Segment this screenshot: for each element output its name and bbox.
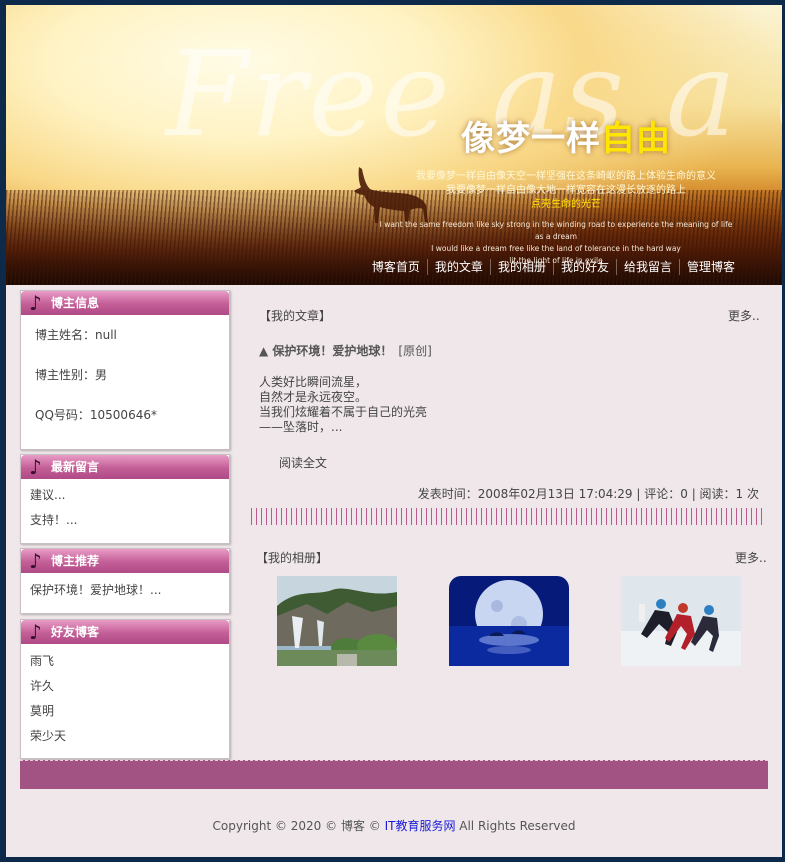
nav-friends[interactable]: 我的好友 [552, 259, 616, 275]
recommend-panel: ♪ 博主推荐 保护环境！爱护地球！... [20, 548, 230, 614]
friend-link[interactable]: 莫明 [21, 699, 229, 724]
banner-cn-lines: 我要像梦一样自由像天空一样坚强在这条崎岖的路上体验生命的意义 我要像梦一样自由像… [416, 170, 716, 212]
panel-header: ♪ 好友博客 [21, 620, 229, 644]
copyright-prefix: Copyright © 2020 © 博客 © [212, 819, 385, 833]
blogger-gender: 博主性别：男 [35, 368, 108, 382]
article-title[interactable]: ▲ 保护环境！爱护地球！ [原创] [259, 342, 432, 359]
articles-heading: 【我的文章】 [259, 309, 332, 323]
main-nav: 博客首页 我的文章 我的相册 我的好友 给我留言 管理博客 [365, 259, 742, 275]
read-all-link[interactable]: 阅读全文 [279, 454, 327, 471]
banner-en-line: I would like a dream free like the land … [431, 244, 681, 253]
nav-home[interactable]: 博客首页 [365, 259, 427, 275]
article-meta: 发表时间：2008年02月13日 17:04:29 | 评论：0 | 阅读：1 … [417, 487, 759, 501]
banner-headline: 像梦一样自由 [461, 111, 671, 160]
nav-articles[interactable]: 我的文章 [426, 259, 490, 275]
music-note-icon: ♪ [29, 620, 42, 644]
banner-headline-yellow: 自由 [601, 119, 671, 159]
music-note-icon: ♪ [29, 549, 42, 573]
music-note-icon: ♪ [29, 455, 42, 479]
album-photo-skaters[interactable] [621, 576, 741, 666]
message-item[interactable]: 建议... [21, 483, 229, 508]
article-excerpt: 人类好比瞬间流星， 自然才是永远夜空。 当我们炫耀着不属于自己的光亮 ——坠落时… [259, 375, 428, 434]
album-photo-moon[interactable] [449, 576, 569, 666]
original-tag[interactable]: [原创] [398, 344, 431, 358]
panel-header: ♪ 博主信息 [21, 291, 229, 315]
panel-title: 博主推荐 [51, 554, 100, 568]
album-photo-waterfall[interactable] [277, 576, 397, 666]
decorative-divider [251, 508, 765, 525]
friend-link[interactable]: 雨飞 [21, 649, 229, 674]
panel-title: 最新留言 [51, 460, 100, 474]
article-title-text[interactable]: ▲ 保护环境！爱护地球！ [259, 344, 392, 358]
panel-title: 博主信息 [51, 296, 100, 310]
copyright: Copyright © 2020 © 博客 © IT教育服务网 All Righ… [6, 817, 782, 834]
album-heading: 【我的相册】 [256, 551, 329, 565]
panel-header: ♪ 最新留言 [21, 455, 229, 479]
panel-title: 好友博客 [51, 625, 100, 639]
nav-manage[interactable]: 管理博客 [678, 259, 742, 275]
latest-messages-panel: ♪ 最新留言 建议... 支持！... [20, 454, 230, 544]
message-item[interactable]: 支持！... [21, 508, 229, 533]
recommend-item[interactable]: 保护环境！爱护地球！... [21, 578, 229, 603]
banner-en-line: I want the same freedom like sky strong … [379, 220, 733, 241]
blogger-qq: QQ号码：10500646* [35, 408, 157, 422]
friend-blogs-panel: ♪ 好友博客 雨飞 许久 莫明 荣少天 [20, 619, 230, 759]
footer-link[interactable]: IT教育服务网 [385, 819, 456, 833]
header-banner: Free as a dr 像梦一样自由 我要像梦一样自由像天空一样坚强在这条崎岖… [6, 5, 782, 285]
copyright-suffix: All Rights Reserved [455, 819, 576, 833]
articles-more-link[interactable]: 更多.. [728, 307, 760, 324]
banner-cn-line: 我要像梦一样自由像大地一样宽容在这漫长放逐的路上 [446, 185, 686, 196]
banner-headline-white: 像梦一样 [461, 119, 601, 159]
friend-link[interactable]: 荣少天 [21, 724, 229, 749]
page-frame: Free as a dr 像梦一样自由 我要像梦一样自由像天空一样坚强在这条崎岖… [6, 5, 782, 857]
blogger-info-panel: ♪ 博主信息 博主姓名：null 博主性别：男 QQ号码：10500646* [20, 290, 230, 450]
blogger-name: 博主姓名：null [35, 328, 117, 342]
panel-header: ♪ 博主推荐 [21, 549, 229, 573]
banner-cn-line: 我要像梦一样自由像天空一样坚强在这条崎岖的路上体验生命的意义 [416, 171, 716, 182]
album-more-link[interactable]: 更多.. [735, 549, 767, 566]
nav-album[interactable]: 我的相册 [489, 259, 553, 275]
banner-cn-line: 点亮生命的光芒 [531, 199, 601, 210]
nav-guestbook[interactable]: 给我留言 [615, 259, 679, 275]
friend-link[interactable]: 许久 [21, 674, 229, 699]
footer-bar [20, 760, 768, 789]
music-note-icon: ♪ [29, 291, 42, 315]
